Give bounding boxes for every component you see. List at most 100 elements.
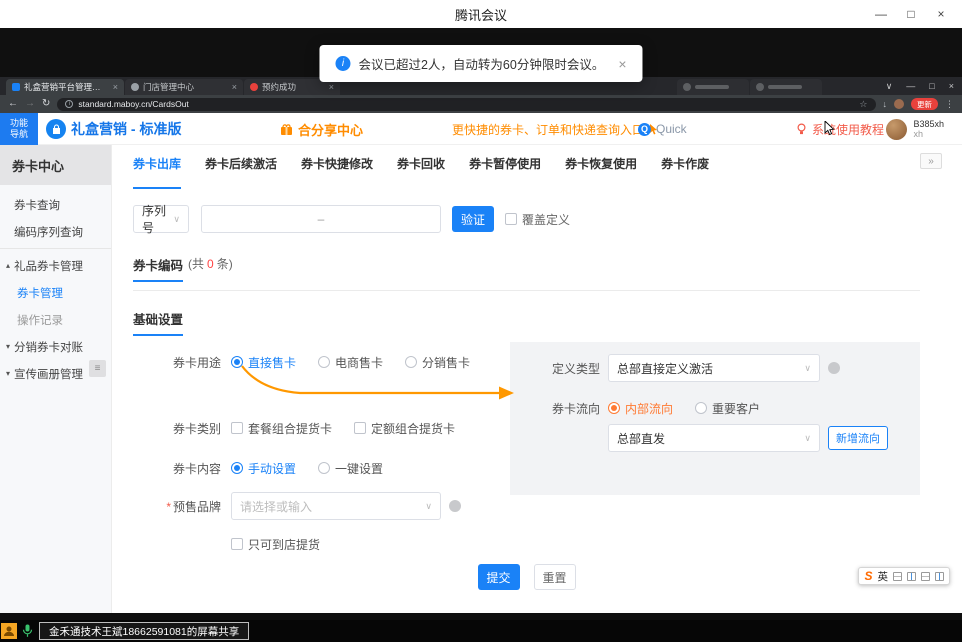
content-option-manual[interactable]: 手动设置	[231, 460, 296, 477]
category-option-package[interactable]: 套餐组合提货卡	[231, 420, 332, 437]
meeting-title: 腾讯会议	[0, 0, 962, 28]
presale-brand-select[interactable]: 请选择或输入 ∨	[231, 492, 441, 520]
serial-type-select[interactable]: 序列号 ∨	[133, 205, 189, 233]
sidebar-item-operation-log[interactable]: 操作记录	[0, 306, 111, 333]
ime-settings-icon[interactable]	[935, 572, 944, 581]
checkbox-icon[interactable]	[231, 538, 243, 550]
ime-tool-icon[interactable]	[907, 572, 916, 581]
tab-close-icon[interactable]: ×	[329, 82, 334, 92]
submit-button[interactable]: 提交	[478, 564, 520, 590]
chevron-down-icon: ▾	[6, 370, 10, 378]
browser-menu-icon[interactable]: ⋮	[945, 100, 954, 109]
sharer-avatar-icon	[1, 623, 17, 639]
ime-language-indicator[interactable]: 英	[878, 569, 889, 584]
bookmark-star-icon[interactable]: ☆	[859, 99, 867, 110]
quick-search[interactable]: Q Quick	[638, 113, 687, 145]
help-icon[interactable]	[828, 362, 840, 374]
ime-tool-icon[interactable]	[893, 572, 902, 581]
download-icon[interactable]: ↓	[883, 100, 888, 109]
add-flow-button[interactable]: 新增流向	[828, 426, 888, 450]
radio-selected-icon[interactable]	[231, 462, 243, 474]
overwrite-checkbox[interactable]	[505, 213, 517, 225]
function-nav-toggle[interactable]: 功能 导航	[0, 113, 38, 145]
tutorial-link[interactable]: 系统使用教程	[796, 113, 884, 145]
basic-settings-form: 定义类型 总部直接定义激活 ∨ 券卡流向	[133, 342, 920, 554]
share-status-label: 金禾通技术王斌18662591081的屏幕共享	[39, 622, 249, 640]
forward-icon[interactable]: →	[25, 99, 35, 109]
radio-selected-icon[interactable]	[231, 356, 243, 368]
usage-option-ecommerce[interactable]: 电商售卡	[318, 354, 383, 371]
tab-close-icon[interactable]: ×	[232, 82, 237, 92]
maximize-button[interactable]: □	[896, 0, 926, 28]
chevron-down-icon: ∨	[798, 363, 811, 374]
main-content: 券卡出库 券卡后续激活 券卡快捷修改 券卡回收 券卡暂停使用 券卡恢复使用 券卡…	[112, 145, 962, 613]
usage-option-distribution[interactable]: 分销售卡	[405, 354, 470, 371]
radio-selected-icon[interactable]	[608, 402, 620, 414]
tab-card-activate[interactable]: 券卡后续激活	[205, 155, 277, 183]
flow-option-vip[interactable]: 重要客户	[695, 400, 760, 417]
tab-search-caret-icon[interactable]: ∨	[886, 81, 893, 92]
meeting-toast: i 会议已超过2人，自动转为60分钟限时会议。 ×	[319, 45, 642, 82]
browser-tab-store-admin[interactable]: 门店管理中心 ×	[125, 79, 243, 95]
store-pickup-only-option[interactable]: 只可到店提货	[231, 536, 320, 553]
tab-card-outbound[interactable]: 券卡出库	[133, 155, 181, 183]
address-bar[interactable]: i standard.maboy.cn/CardsOut ☆	[57, 98, 875, 111]
checkbox-icon[interactable]	[354, 422, 366, 434]
help-icon[interactable]	[449, 500, 461, 512]
tab-card-resume[interactable]: 券卡恢复使用	[565, 155, 637, 183]
category-option-fixed[interactable]: 定额组合提货卡	[354, 420, 455, 437]
microphone-icon[interactable]	[22, 624, 33, 638]
usage-option-direct[interactable]: 直接售卡	[231, 354, 296, 371]
brand-name: 礼盒营销 - 标准版	[71, 119, 181, 139]
tab-close-icon[interactable]: ×	[113, 82, 118, 92]
checkbox-icon[interactable]	[231, 422, 243, 434]
basic-settings-head: 基础设置	[133, 309, 920, 330]
user-account[interactable]: B385xh xh	[886, 113, 944, 145]
define-type-select[interactable]: 总部直接定义激活 ∨	[608, 354, 820, 382]
browser-minimize-icon[interactable]: —	[906, 81, 915, 91]
reload-icon[interactable]: ↻	[42, 99, 50, 109]
browser-tab-gift-admin[interactable]: 礼盒营销平台管理中心 ×	[6, 79, 124, 95]
browser-profile-icon[interactable]	[894, 99, 904, 109]
overwrite-define-option[interactable]: 覆盖定义	[505, 211, 570, 228]
ime-toolbar[interactable]: S 英	[858, 567, 950, 585]
tab-card-quick-edit[interactable]: 券卡快捷修改	[301, 155, 373, 183]
browser-tab-partial[interactable]	[750, 79, 822, 95]
close-button[interactable]: ×	[926, 0, 956, 28]
site-info-icon[interactable]: i	[65, 100, 73, 108]
content-option-onekey[interactable]: 一键设置	[318, 460, 383, 477]
promo-link[interactable]: 更快捷的券卡、订单和快递查询入口	[452, 113, 659, 145]
browser-tab-partial[interactable]	[677, 79, 749, 95]
chrome-update-button[interactable]: 更新	[911, 98, 938, 110]
chevron-up-icon: ▴	[6, 262, 10, 270]
radio-icon[interactable]	[405, 356, 417, 368]
sidebar-item-card-query[interactable]: 券卡查询	[0, 191, 111, 218]
browser-maximize-icon[interactable]: □	[929, 81, 934, 91]
radio-icon[interactable]	[318, 462, 330, 474]
ime-keyboard-icon[interactable]	[921, 572, 930, 581]
share-center-link[interactable]: 合分享中心	[280, 113, 363, 145]
brand: 礼盒营销 - 标准版	[46, 113, 181, 145]
back-icon[interactable]: ←	[8, 99, 18, 109]
flow-target-select[interactable]: 总部直发 ∨	[608, 424, 820, 452]
browser-close-icon[interactable]: ×	[949, 81, 954, 91]
sidebar-group-distribution-recon[interactable]: ▾ 分销券卡对账	[0, 333, 111, 360]
reset-button[interactable]: 重置	[534, 564, 576, 590]
tab-card-void[interactable]: 券卡作废	[661, 155, 709, 183]
sidebar-item-card-mgmt[interactable]: 券卡管理	[0, 279, 111, 306]
toast-close-icon[interactable]: ×	[618, 56, 626, 72]
sidebar-collapse-handle[interactable]: ≡	[89, 360, 106, 377]
sidebar-group-gift-card-mgmt[interactable]: ▴ 礼品券卡管理	[0, 252, 111, 279]
verify-button[interactable]: 验证	[452, 206, 494, 232]
radio-icon[interactable]	[318, 356, 330, 368]
tab-card-recycle[interactable]: 券卡回收	[397, 155, 445, 183]
minimize-button[interactable]: —	[866, 0, 896, 28]
flow-option-internal[interactable]: 内部流向	[608, 400, 673, 417]
radio-icon[interactable]	[695, 402, 707, 414]
sidebar-item-code-serial-query[interactable]: 编码序列查询	[0, 218, 111, 245]
panel-collapse-button[interactable]: »	[920, 153, 942, 169]
tab-card-suspend[interactable]: 券卡暂停使用	[469, 155, 541, 183]
brand-logo-icon	[46, 119, 66, 139]
serial-range-input[interactable]: –	[201, 205, 441, 233]
ime-logo-icon[interactable]: S	[864, 569, 872, 583]
